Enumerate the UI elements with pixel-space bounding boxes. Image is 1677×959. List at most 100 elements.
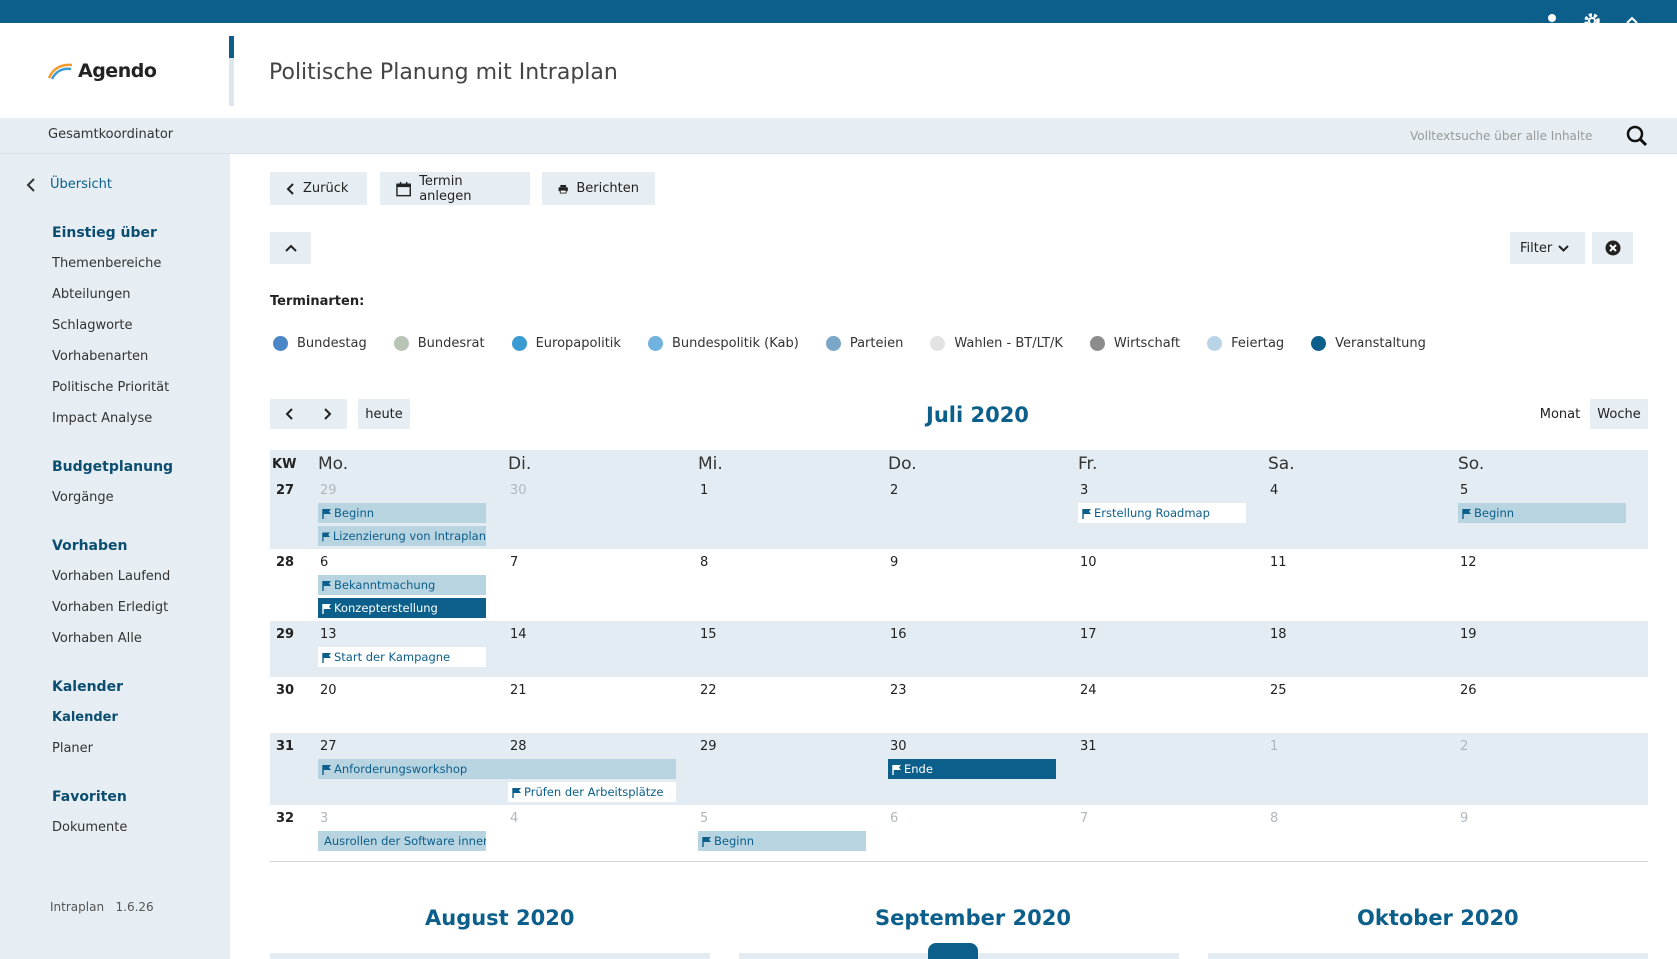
- sidebar-item-dokumente[interactable]: Dokumente: [52, 820, 127, 835]
- day-number[interactable]: 30: [510, 483, 527, 498]
- floating-action-button[interactable]: [928, 943, 978, 959]
- view-week-button[interactable]: Woche: [1590, 399, 1648, 429]
- sidebar-item-vorhaben-erledigt[interactable]: Vorhaben Erledigt: [52, 600, 168, 615]
- back-button-label: Zurück: [303, 181, 349, 196]
- day-number[interactable]: 2: [890, 483, 898, 498]
- search-input[interactable]: [1410, 126, 1610, 146]
- clear-filter-button[interactable]: [1592, 232, 1633, 264]
- day-number[interactable]: 24: [1080, 683, 1097, 698]
- calendar-event[interactable]: Konzepterstellung: [318, 598, 486, 618]
- day-number[interactable]: 8: [700, 555, 708, 570]
- day-number[interactable]: 21: [510, 683, 527, 698]
- day-number[interactable]: 23: [890, 683, 907, 698]
- day-number[interactable]: 9: [890, 555, 898, 570]
- today-button[interactable]: heute: [358, 399, 410, 429]
- calendar-event[interactable]: Beginn: [1458, 503, 1626, 523]
- agendo-logo[interactable]: Agendo: [48, 60, 157, 82]
- legend-item[interactable]: Parteien: [825, 336, 903, 351]
- day-number[interactable]: 8: [1270, 811, 1278, 826]
- sidebar-item-vorhaben-laufend[interactable]: Vorhaben Laufend: [52, 569, 170, 584]
- overview-label: Übersicht: [50, 177, 112, 192]
- day-number[interactable]: 12: [1460, 555, 1477, 570]
- day-number[interactable]: 22: [700, 683, 717, 698]
- prev-month-button[interactable]: [271, 408, 309, 420]
- flag-icon: [322, 652, 331, 663]
- sidebar-item-vorgaenge[interactable]: Vorgänge: [52, 490, 114, 505]
- view-month-button[interactable]: Monat: [1536, 399, 1584, 429]
- filter-button[interactable]: Filter: [1510, 232, 1585, 264]
- sidebar-item-politische-prioritaet[interactable]: Politische Priorität: [52, 380, 169, 395]
- calendar-event[interactable]: Erstellung Roadmap: [1078, 503, 1246, 523]
- day-number[interactable]: 18: [1270, 627, 1287, 642]
- day-number[interactable]: 3: [320, 811, 328, 826]
- mini-month-title-september: September 2020: [875, 906, 1071, 930]
- calendar-event[interactable]: Beginn: [698, 831, 866, 851]
- day-number[interactable]: 3: [1080, 483, 1088, 498]
- day-number[interactable]: 26: [1460, 683, 1477, 698]
- sidebar-item-themenbereiche[interactable]: Themenbereiche: [52, 256, 161, 271]
- calendar-event[interactable]: Anforderungsworkshop: [318, 759, 676, 779]
- legend-item[interactable]: Bundestag: [273, 336, 367, 351]
- day-number[interactable]: 4: [510, 811, 518, 826]
- mini-month-title-oktober: Oktober 2020: [1357, 906, 1519, 930]
- calendar-event[interactable]: Prüfen der Arbeitsplätze: [508, 782, 676, 802]
- sidebar-item-schlagworte[interactable]: Schlagworte: [52, 318, 133, 333]
- report-button[interactable]: Berichten: [542, 172, 655, 205]
- sidebar-item-planer[interactable]: Planer: [52, 741, 93, 756]
- day-number[interactable]: 13: [320, 627, 337, 642]
- day-number[interactable]: 1: [1270, 739, 1278, 754]
- sidebar-item-vorhabenarten[interactable]: Vorhabenarten: [52, 349, 148, 364]
- day-number[interactable]: 6: [890, 811, 898, 826]
- day-number[interactable]: 14: [510, 627, 527, 642]
- legend-item[interactable]: Feiertag: [1207, 336, 1284, 351]
- day-number[interactable]: 15: [700, 627, 717, 642]
- day-number[interactable]: 9: [1460, 811, 1468, 826]
- search-icon[interactable]: [1626, 125, 1648, 151]
- collapse-button[interactable]: [270, 232, 311, 264]
- day-number[interactable]: 4: [1270, 483, 1278, 498]
- close-circle-icon: [1605, 240, 1620, 256]
- day-number[interactable]: 2: [1460, 739, 1468, 754]
- day-number[interactable]: 5: [700, 811, 708, 826]
- sidebar-item-kalender[interactable]: Kalender: [52, 710, 118, 725]
- day-number[interactable]: 30: [890, 739, 907, 754]
- day-number[interactable]: 16: [890, 627, 907, 642]
- sidebar-item-impact-analyse[interactable]: Impact Analyse: [52, 411, 152, 426]
- calendar-event[interactable]: Start der Kampagne: [318, 647, 486, 667]
- day-number[interactable]: 28: [510, 739, 527, 754]
- day-number[interactable]: 19: [1460, 627, 1477, 642]
- sidebar-item-vorhaben-alle[interactable]: Vorhaben Alle: [52, 631, 142, 646]
- legend-item[interactable]: Wirtschaft: [1089, 336, 1180, 351]
- calendar-event[interactable]: Beginn: [318, 503, 486, 523]
- legend-item[interactable]: Bundesrat: [393, 336, 485, 351]
- day-number[interactable]: 1: [700, 483, 708, 498]
- calendar-event[interactable]: Ausrollen der Software inner: [318, 831, 486, 851]
- next-month-button[interactable]: [309, 408, 347, 420]
- day-number[interactable]: 7: [1080, 811, 1088, 826]
- day-number[interactable]: 17: [1080, 627, 1097, 642]
- legend-item[interactable]: Europapolitik: [511, 336, 621, 351]
- day-number[interactable]: 29: [700, 739, 717, 754]
- calendar-event[interactable]: Bekanntmachung: [318, 575, 486, 595]
- day-number[interactable]: 27: [320, 739, 337, 754]
- day-number[interactable]: 11: [1270, 555, 1287, 570]
- sidebar-item-abteilungen[interactable]: Abteilungen: [52, 287, 130, 302]
- create-appointment-button[interactable]: Termin anlegen: [380, 172, 530, 205]
- legend-label: Europapolitik: [535, 336, 621, 351]
- day-number[interactable]: 25: [1270, 683, 1287, 698]
- day-number[interactable]: 10: [1080, 555, 1097, 570]
- day-number[interactable]: 31: [1080, 739, 1097, 754]
- legend-item[interactable]: Wahlen - BT/LT/K: [930, 336, 1063, 351]
- legend-item[interactable]: Veranstaltung: [1311, 336, 1426, 351]
- day-number[interactable]: 6: [320, 555, 328, 570]
- day-number[interactable]: 29: [320, 483, 337, 498]
- day-number[interactable]: 5: [1460, 483, 1468, 498]
- day-number[interactable]: 7: [510, 555, 518, 570]
- calendar-event[interactable]: Ende: [888, 759, 1056, 779]
- overview-link[interactable]: Übersicht: [26, 177, 112, 192]
- day-number[interactable]: 20: [320, 683, 337, 698]
- legend-item[interactable]: Bundespolitik (Kab): [647, 336, 799, 351]
- create-appointment-label: Termin anlegen: [419, 173, 472, 204]
- calendar-event[interactable]: Lizenzierung von Intraplan: [318, 526, 486, 546]
- back-button[interactable]: Zurück: [270, 172, 367, 205]
